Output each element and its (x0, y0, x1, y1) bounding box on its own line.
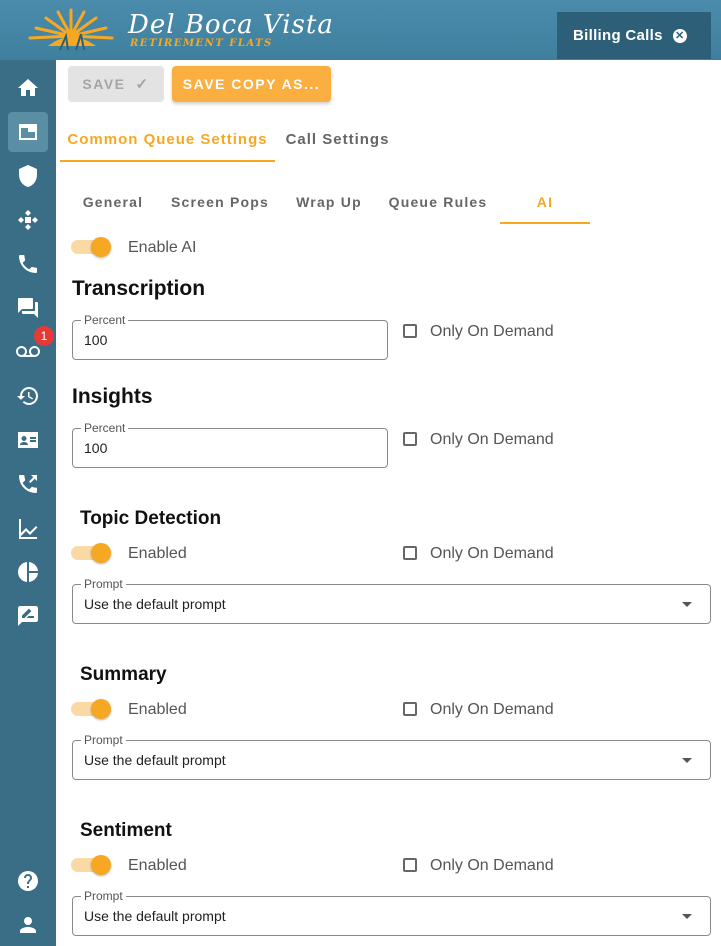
save-copy-label: SAVE COPY AS... (182, 76, 321, 92)
sentiment-prompt-value: Use the default prompt (84, 908, 226, 924)
phone-icon (19, 255, 37, 273)
sidebar-item-home[interactable] (8, 68, 48, 108)
summary-prompt-label: Prompt (81, 733, 126, 747)
pie-chart-icon (18, 562, 38, 582)
dropdown-arrow-icon (682, 602, 692, 607)
insights-heading: Insights (72, 385, 153, 408)
sidebar-item-transfer[interactable] (8, 464, 48, 504)
topic-detection-heading: Topic Detection (80, 508, 222, 529)
sidebar-item-queues[interactable] (8, 112, 48, 152)
history-icon (17, 386, 39, 405)
call-transfer-icon (19, 475, 37, 493)
summary-on-demand-label: Only On Demand (430, 701, 554, 718)
sentiment-on-demand-checkbox[interactable] (403, 858, 417, 872)
topic-detection-on-demand-label: Only On Demand (430, 545, 554, 562)
sentiment-enabled-label: Enabled (128, 857, 187, 874)
transcription-on-demand-checkbox[interactable] (403, 324, 417, 338)
insights-percent-input[interactable]: Percent 100 (72, 421, 388, 468)
brand-logo[interactable]: Del Boca Vista RETIREMENT FLATS (26, 6, 333, 56)
sidebar-item-voicemail[interactable]: 1 (8, 326, 54, 372)
dropdown-arrow-icon (682, 914, 692, 919)
brand-title: Del Boca Vista (128, 10, 334, 40)
close-circle-icon[interactable]: ✕ (672, 28, 687, 43)
home-icon (18, 79, 38, 96)
feedback-icon (18, 606, 38, 626)
sentiment-prompt-label: Prompt (81, 889, 126, 903)
dropdown-arrow-icon (682, 758, 692, 763)
insights-on-demand-checkbox[interactable] (403, 432, 417, 446)
tab-general[interactable]: General (72, 182, 154, 222)
sentiment-toggle[interactable] (69, 854, 113, 876)
topic-detection-prompt-select[interactable]: Prompt Use the default prompt (72, 577, 711, 624)
brand-subtitle: RETIREMENT FLATS (130, 38, 273, 49)
sidebar-item-analytics[interactable] (8, 552, 48, 592)
summary-prompt-value: Use the default prompt (84, 752, 226, 768)
check-icon: ✓ (135, 76, 150, 93)
window-icon (19, 124, 37, 140)
summary-heading: Summary (80, 664, 167, 685)
sidebar-item-chat[interactable] (8, 288, 48, 328)
voicemail-icon (16, 346, 40, 357)
tab-screen-pops[interactable]: Screen Pops (160, 182, 280, 222)
topic-detection-prompt-value: Use the default prompt (84, 596, 226, 612)
transcription-on-demand-label: Only On Demand (430, 323, 554, 340)
open-tab-label: Billing Calls (573, 27, 663, 44)
topic-detection-on-demand-checkbox[interactable] (403, 546, 417, 560)
topic-detection-toggle[interactable] (69, 542, 113, 564)
voicemail-count-badge: 1 (34, 326, 54, 346)
transcription-percent-label: Percent (81, 313, 129, 327)
summary-prompt-select[interactable]: Prompt Use the default prompt (72, 733, 711, 780)
tab-common-queue-settings[interactable]: Common Queue Settings (60, 118, 275, 162)
summary-enabled-label: Enabled (128, 701, 187, 718)
tab-queue-rules[interactable]: Queue Rules (378, 182, 498, 222)
tab-wrap-up[interactable]: Wrap Up (285, 182, 373, 222)
person-icon (20, 917, 36, 933)
help-icon (18, 871, 38, 891)
sunrise-logo-icon (28, 8, 114, 51)
trend-chart-icon (19, 519, 38, 539)
enable-ai-toggle[interactable] (69, 236, 113, 258)
save-button[interactable]: SAVE ✓ (68, 66, 164, 102)
sentiment-prompt-select[interactable]: Prompt Use the default prompt (72, 889, 711, 936)
transcription-percent-value: 100 (84, 332, 108, 348)
insights-percent-value: 100 (84, 440, 108, 456)
transcription-heading: Transcription (72, 277, 206, 300)
summary-on-demand-checkbox[interactable] (403, 702, 417, 716)
sidebar-item-help[interactable] (8, 861, 48, 901)
sidebar-item-history[interactable] (8, 376, 48, 416)
summary-toggle[interactable] (69, 698, 113, 720)
transcription-percent-input[interactable]: Percent 100 (72, 313, 388, 360)
tab-call-settings[interactable]: Call Settings (275, 118, 400, 160)
sidebar-item-reports[interactable] (8, 508, 48, 548)
enable-ai-label: Enable AI (128, 239, 197, 256)
sidebar-nav: 1 (0, 60, 56, 946)
save-button-label: SAVE (82, 76, 126, 92)
sidebar-item-feedback[interactable] (8, 596, 48, 636)
sidebar-item-security[interactable] (8, 156, 48, 196)
shield-icon (19, 165, 37, 187)
sentiment-on-demand-label: Only On Demand (430, 857, 554, 874)
insights-percent-label: Percent (81, 421, 129, 435)
sidebar-item-profile[interactable] (8, 905, 48, 945)
save-copy-as-button[interactable]: SAVE COPY AS... (172, 66, 331, 102)
contact-card-icon (18, 432, 38, 448)
sidebar-item-calls[interactable] (8, 244, 48, 284)
topic-detection-prompt-label: Prompt (81, 577, 126, 591)
sidebar-item-routing[interactable] (8, 200, 48, 240)
topic-detection-enabled-label: Enabled (128, 545, 187, 562)
app-header: Del Boca Vista RETIREMENT FLATS Billing … (0, 0, 721, 60)
insights-on-demand-label: Only On Demand (430, 431, 554, 448)
open-tab-billing-calls[interactable]: Billing Calls ✕ (557, 12, 711, 59)
tab-ai[interactable]: AI (500, 182, 590, 224)
sidebar-item-contacts[interactable] (8, 420, 48, 460)
chat-icon (18, 298, 38, 318)
sentiment-heading: Sentiment (80, 820, 172, 841)
routing-icon (18, 210, 38, 230)
